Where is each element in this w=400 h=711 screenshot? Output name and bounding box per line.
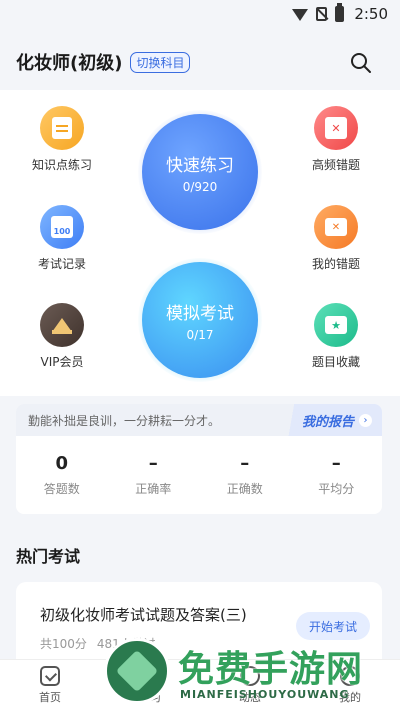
knowledge-practice-button[interactable]: 知识点练习 (17, 106, 107, 173)
switch-subject-button[interactable]: 切换科目 (130, 51, 191, 73)
wifi-icon (292, 9, 309, 21)
profile-icon (340, 666, 360, 686)
quick-practice-button[interactable]: 快速练习 0/920 (142, 114, 258, 230)
stat-correct: – 正确数 (199, 436, 291, 514)
calendar-icon: 100 (40, 205, 84, 249)
document-icon (40, 106, 84, 150)
nav-profile[interactable]: 我的 (300, 660, 400, 711)
report-card: 勤能补拙是良训，一分耕耘一分才。 我的报告 › 0 答题数 – 正确率 – 正确… (16, 404, 382, 514)
stat-value: 0 (55, 453, 69, 474)
quick-practice-title: 快速练习 (166, 155, 234, 176)
nav-label: 我的 (339, 691, 361, 704)
battery-icon (335, 3, 345, 22)
error-folder-icon: ✕ (314, 205, 358, 249)
mock-exam-title: 模拟考试 (166, 303, 234, 324)
vip-button[interactable]: VIP会员 (17, 303, 107, 370)
nav-study[interactable]: 学习 (100, 660, 200, 711)
hot-errors-button[interactable]: ✕ 高频错题 (291, 106, 381, 173)
header: 化妆师(初级) 切换科目 (0, 44, 400, 80)
my-errors-button[interactable]: ✕ 我的错题 (291, 205, 381, 272)
stat-value: – (148, 453, 158, 474)
stat-label: 正确率 (135, 482, 172, 496)
report-header: 勤能补拙是良训，一分耕耘一分才。 我的报告 › (16, 404, 382, 436)
stat-value: – (240, 453, 250, 474)
stat-accuracy: – 正确率 (108, 436, 200, 514)
page-title: 化妆师(初级) (16, 53, 123, 74)
chevron-right-icon: › (359, 413, 372, 427)
study-icon (140, 666, 160, 686)
mock-exam-button[interactable]: 模拟考试 0/17 (142, 262, 258, 378)
my-errors-label: 我的错题 (311, 257, 360, 271)
my-report-label: 我的报告 (301, 414, 354, 430)
exam-title: 初级化妆师考试试题及答案(三) (40, 606, 247, 624)
feature-panel: 知识点练习 100 考试记录 VIP会员 ✕ 高频错题 ✕ 我的错题 ★ 题目收… (0, 90, 400, 396)
exam-record-button[interactable]: 100 考试记录 (17, 205, 107, 272)
stat-average: – 平均分 (291, 436, 383, 514)
stat-answered: 0 答题数 (16, 436, 108, 514)
vip-label: VIP会员 (40, 355, 84, 369)
home-icon (40, 666, 60, 686)
exam-total-score: 共100分 (40, 637, 87, 651)
exam-meta: 共100分 481人做过 (40, 635, 156, 652)
stat-value: – (331, 453, 341, 474)
exam-record-label: 考试记录 (37, 257, 86, 271)
error-card-icon: ✕ (314, 106, 358, 150)
motto-text: 勤能补拙是良训，一分耕耘一分才。 (28, 413, 221, 428)
crown-icon (40, 303, 84, 347)
status-time: 2:50 (354, 5, 388, 23)
quick-practice-progress: 0/920 (182, 179, 218, 194)
favorites-button[interactable]: ★ 题目收藏 (291, 303, 381, 370)
nav-feed[interactable]: 动态 (200, 660, 300, 711)
stats-row: 0 答题数 – 正确率 – 正确数 – 平均分 (16, 436, 382, 514)
nav-label: 学习 (139, 691, 161, 704)
status-bar: 2:50 (0, 0, 400, 28)
nav-label: 首页 (39, 691, 61, 704)
knowledge-practice-label: 知识点练习 (31, 158, 92, 172)
my-report-link[interactable]: 我的报告 › (281, 404, 382, 436)
bottom-nav: 首页 学习 动态 我的 (0, 659, 400, 711)
stat-label: 正确数 (226, 482, 263, 496)
start-exam-button[interactable]: 开始考试 (296, 612, 370, 640)
nav-label: 动态 (239, 691, 261, 704)
search-icon[interactable] (350, 52, 372, 74)
stat-label: 平均分 (318, 482, 355, 496)
stat-label: 答题数 (43, 482, 80, 496)
exam-participants: 481人做过 (96, 637, 156, 651)
hot-exams-title: 热门考试 (16, 547, 81, 566)
no-sim-icon (316, 7, 328, 21)
mock-exam-progress: 0/17 (186, 327, 214, 342)
star-folder-icon: ★ (314, 303, 358, 347)
hot-errors-label: 高频错题 (311, 158, 360, 172)
favorites-label: 题目收藏 (311, 355, 360, 369)
nav-home[interactable]: 首页 (0, 660, 100, 711)
feed-icon (240, 666, 260, 686)
